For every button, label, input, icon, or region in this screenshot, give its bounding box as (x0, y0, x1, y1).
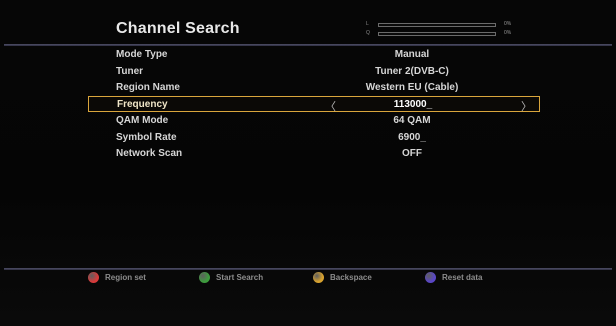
signal-quality-label: Q (366, 30, 370, 36)
signal-level-value: 0% (504, 21, 512, 27)
page-title: Channel Search (116, 20, 240, 37)
setting-row-region-name[interactable]: Region Name Western EU (Cable) (88, 79, 540, 96)
green-key-label: Start Search (216, 273, 264, 282)
blue-key-hint[interactable]: Reset data (425, 272, 482, 283)
setting-row-qam-mode[interactable]: QAM Mode 64 QAM (88, 112, 540, 129)
signal-meters: L 0% Q 0% (366, 21, 526, 41)
setting-label: QAM Mode (116, 115, 169, 126)
setting-value: Tuner 2(DVB-C) (375, 65, 449, 77)
green-button-icon (199, 272, 210, 283)
red-key-hint[interactable]: Region set (88, 272, 146, 283)
setting-row-mode-type[interactable]: Mode Type Manual (88, 46, 540, 63)
red-key-label: Region set (105, 273, 146, 282)
yellow-button-icon (313, 272, 324, 283)
setting-value: OFF (402, 148, 422, 159)
frequency-input[interactable]: 113000_ (309, 99, 517, 110)
setting-label: Frequency (117, 98, 168, 110)
setting-row-symbol-rate[interactable]: Symbol Rate 6900_ (88, 129, 540, 146)
signal-quality-bar (378, 32, 496, 36)
settings-list: Mode Type Manual Tuner Tuner 2(DVB-C) Re… (88, 46, 540, 162)
signal-quality-value: 0% (504, 30, 512, 36)
setting-value: Western EU (Cable) (365, 82, 459, 93)
setting-value: 6900_ (398, 131, 426, 143)
setting-row-tuner[interactable]: Tuner Tuner 2(DVB-C) (88, 63, 540, 80)
setting-value: Manual (394, 49, 430, 60)
blue-key-label: Reset data (442, 273, 483, 282)
green-key-hint[interactable]: Start Search (199, 272, 263, 283)
signal-level-label: L (366, 21, 369, 27)
setting-label: Symbol Rate (116, 131, 177, 143)
blue-button-icon (425, 272, 436, 283)
signal-level-bar (378, 23, 496, 27)
setting-label: Region Name (116, 82, 180, 93)
setting-value: 64 QAM (393, 115, 431, 126)
setting-label: Mode Type (116, 49, 168, 60)
color-key-legend: Region set Start Search Backspace Reset … (0, 272, 616, 286)
red-button-icon (88, 272, 99, 283)
setting-label: Network Scan (116, 148, 183, 159)
signal-quality-meter: Q 0% (366, 30, 526, 38)
yellow-key-label: Backspace (330, 273, 372, 282)
setting-label: Tuner (116, 65, 144, 77)
setting-row-network-scan[interactable]: Network Scan OFF (88, 145, 540, 162)
yellow-key-hint[interactable]: Backspace (313, 272, 372, 283)
signal-level-meter: L 0% (366, 21, 526, 29)
setting-row-frequency[interactable]: Frequency 〈 113000_ 〉 (88, 95, 540, 113)
channel-search-screen: Channel Search L 0% Q 0% Mode Type Manua… (0, 0, 616, 326)
footer-divider (4, 268, 612, 270)
